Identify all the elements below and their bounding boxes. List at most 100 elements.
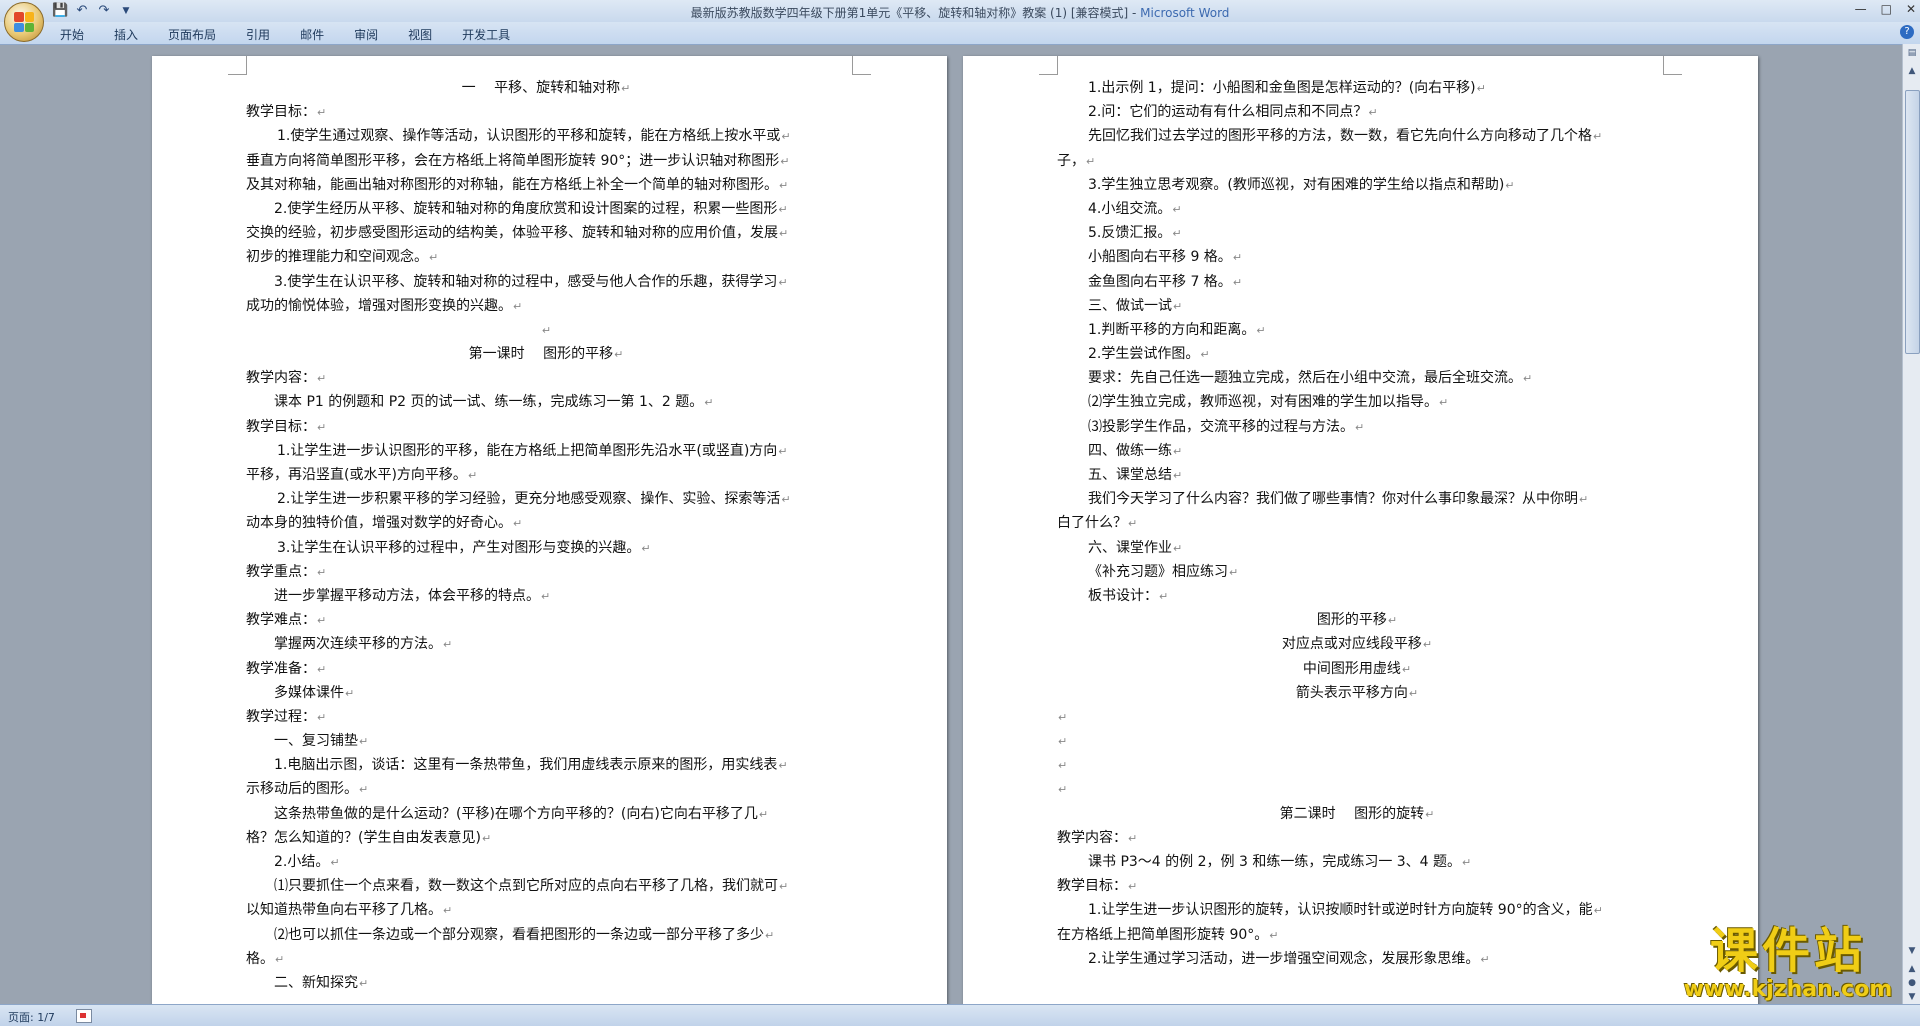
paragraph[interactable]: 图形的平移↵ — [1057, 608, 1657, 632]
paragraph[interactable]: 5.反馈汇报。↵ — [1057, 221, 1657, 245]
scroll-up-icon[interactable]: ▲ — [1905, 64, 1919, 78]
minimize-icon[interactable]: — — [1855, 2, 1867, 16]
paragraph[interactable]: 箭头表示平移方向↵ — [1057, 681, 1657, 705]
paragraph[interactable]: 1.判断平移的方向和距离。↵ — [1057, 318, 1657, 342]
paragraph[interactable]: 教学目标：↵ — [246, 415, 846, 439]
paragraph[interactable]: 示移动后的图形。↵ — [246, 777, 846, 801]
document-page-right[interactable]: 1.出示例 1，提问：小船图和金鱼图是怎样运动的？(向右平移)↵ 2.问：它们的运… — [963, 56, 1758, 1006]
paragraph[interactable]: 子，↵ — [1057, 149, 1657, 173]
tab-mailings[interactable]: 邮件 — [300, 26, 324, 43]
page-text-left[interactable]: 一 平移、旋转和轴对称↵ 教学目标：↵ 1.使学生通过观察、操作等活动，认识图形的平… — [246, 76, 846, 995]
paragraph[interactable]: 一、复习铺垫↵ — [246, 729, 846, 753]
ruler-toggle-icon[interactable]: ▤ — [1905, 46, 1919, 60]
paragraph[interactable]: 教学重点：↵ — [246, 560, 846, 584]
help-icon[interactable]: ? — [1900, 25, 1914, 39]
document-page-left[interactable]: 一 平移、旋转和轴对称↵ 教学目标：↵ 1.使学生通过观察、操作等活动，认识图形的平… — [152, 56, 947, 1006]
paragraph[interactable]: 以知道热带鱼向右平移了几格。↵ — [246, 898, 846, 922]
paragraph[interactable]: ↵ — [1057, 729, 1657, 753]
paragraph[interactable]: 教学过程：↵ — [246, 705, 846, 729]
paragraph[interactable]: 2.让学生进一步积累平移的学习经验，更充分地感受观察、操作、实验、探索等活↵ — [246, 487, 846, 511]
paragraph[interactable]: 1.使学生通过观察、操作等活动，认识图形的平移和旋转，能在方格纸上按水平或↵ — [246, 124, 846, 148]
paragraph[interactable]: 四、做练一练↵ — [1057, 439, 1657, 463]
paragraph[interactable]: 1.让学生进一步认识图形的平移，能在方格纸上把简单图形先沿水平(或竖直)方向↵ — [246, 439, 846, 463]
paragraph-mark-icon: ↵ — [359, 783, 369, 797]
paragraph[interactable]: 进一步掌握平移动方法，体会平移的特点。↵ — [246, 584, 846, 608]
scrollbar-thumb[interactable] — [1905, 90, 1920, 354]
paragraph[interactable]: ↵ — [1057, 777, 1657, 801]
paragraph[interactable]: 小船图向右平移 9 格。↵ — [1057, 245, 1657, 269]
paragraph[interactable]: 三、做试一试↵ — [1057, 294, 1657, 318]
paragraph[interactable]: 格？怎么知道的？(学生自由发表意见)↵ — [246, 826, 846, 850]
paragraph[interactable]: 1.电脑出示图，谈话：这里有一条热带鱼，我们用虚线表示原来的图形，用实线表↵ — [246, 753, 846, 777]
paragraph[interactable]: 板书设计：↵ — [1057, 584, 1657, 608]
paragraph[interactable]: 教学目标：↵ — [246, 100, 846, 124]
paragraph[interactable]: 2.问：它们的运动有有什么相同点和不同点？↵ — [1057, 100, 1657, 124]
paragraph[interactable]: 中间图形用虚线↵ — [1057, 657, 1657, 681]
paragraph[interactable]: 3.学生独立思考观察。(教师巡视，对有困难的学生给以指点和帮助)↵ — [1057, 173, 1657, 197]
paragraph[interactable]: 白了什么？↵ — [1057, 511, 1657, 535]
tab-view[interactable]: 视图 — [408, 26, 432, 43]
paragraph[interactable]: ⑵也可以抓住一条边或一个部分观察，看看把图形的一条边或一部分平移了多少↵ — [246, 923, 846, 947]
paragraph[interactable]: 一 平移、旋转和轴对称↵ — [246, 76, 846, 100]
paragraph[interactable]: 交换的经验，初步感受图形运动的结构美，体验平移、旋转和轴对称的应用价值，发展↵ — [246, 221, 846, 245]
tab-home[interactable]: 开始 — [60, 26, 84, 43]
paragraph[interactable]: 格。↵ — [246, 947, 846, 971]
paragraph[interactable]: 课书 P3～4 的例 2，例 3 和练一练，完成练习一 3、4 题。↵ — [1057, 850, 1657, 874]
paragraph[interactable]: ⑴只要抓住一个点来看，数一数这个点到它所对应的点向右平移了几格，我们就可↵ — [246, 874, 846, 898]
paragraph[interactable]: 课本 P1 的例题和 P2 页的试一试、练一练，完成练习一第 1、2 题。↵ — [246, 390, 846, 414]
paragraph[interactable]: 《补充习题》相应练习↵ — [1057, 560, 1657, 584]
paragraph[interactable]: 对应点或对应线段平移↵ — [1057, 632, 1657, 656]
paragraph[interactable]: 六、课堂作业↵ — [1057, 536, 1657, 560]
paragraph[interactable]: 3.让学生在认识平移的过程中，产生对图形与变换的兴趣。↵ — [246, 536, 846, 560]
paragraph[interactable]: 2.让学生通过学习活动，进一步增强空间观念，发展形象思维。↵ — [1057, 947, 1657, 971]
paragraph[interactable]: 多媒体课件↵ — [246, 681, 846, 705]
close-icon[interactable]: ✕ — [1906, 2, 1916, 16]
paragraph[interactable]: 第一课时 图形的平移↵ — [246, 342, 846, 366]
paragraph[interactable]: 这条热带鱼做的是什么运动？(平移)在哪个方向平移的？(向右)它向右平移了几↵ — [246, 802, 846, 826]
maximize-icon[interactable]: □ — [1881, 2, 1892, 16]
tab-review[interactable]: 审阅 — [354, 26, 378, 43]
paragraph[interactable]: 教学难点：↵ — [246, 608, 846, 632]
paragraph[interactable]: 1.让学生进一步认识图形的旋转，认识按顺时针或逆时针方向旋转 90°的含义，能↵ — [1057, 898, 1657, 922]
paragraph[interactable]: 成功的愉悦体验，增强对图形变换的兴趣。↵ — [246, 294, 846, 318]
paragraph[interactable]: 初步的推理能力和空间观念。↵ — [246, 245, 846, 269]
status-page-count[interactable]: 页面: 1/7 — [8, 1009, 55, 1025]
paragraph[interactable]: 掌握两次连续平移的方法。↵ — [246, 632, 846, 656]
paragraph[interactable]: 垂直方向将简单图形平移，会在方格纸上将简单图形旋转 90°；进一步认识轴对称图形… — [246, 149, 846, 173]
paragraph[interactable]: 在方格纸上把简单图形旋转 90°。↵ — [1057, 923, 1657, 947]
paragraph[interactable]: 1.出示例 1，提问：小船图和金鱼图是怎样运动的？(向右平移)↵ — [1057, 76, 1657, 100]
page-text-right[interactable]: 1.出示例 1，提问：小船图和金鱼图是怎样运动的？(向右平移)↵ 2.问：它们的运… — [1057, 76, 1657, 971]
paragraph[interactable]: 要求：先自己任选一题独立完成，然后在小组中交流，最后全班交流。↵ — [1057, 366, 1657, 390]
paragraph[interactable]: 4.小组交流。↵ — [1057, 197, 1657, 221]
tab-references[interactable]: 引用 — [246, 26, 270, 43]
paragraph[interactable]: ↵ — [1057, 753, 1657, 777]
tab-insert[interactable]: 插入 — [114, 26, 138, 43]
paragraph[interactable]: ⑶投影学生作品，交流平移的过程与方法。↵ — [1057, 415, 1657, 439]
tab-page-layout[interactable]: 页面布局 — [168, 26, 216, 43]
paragraph[interactable]: 平移，再沿竖直(或水平)方向平移。↵ — [246, 463, 846, 487]
office-button[interactable] — [4, 2, 44, 42]
paragraph[interactable]: 教学目标：↵ — [1057, 874, 1657, 898]
paragraph[interactable]: 二、新知探究↵ — [246, 971, 846, 995]
paragraph[interactable]: 2.小结。↵ — [246, 850, 846, 874]
vertical-scrollbar[interactable]: ▤ ▲ ▼ ▲ ● ▼ — [1902, 44, 1920, 1004]
paragraph[interactable]: 第二课时 图形的旋转↵ — [1057, 802, 1657, 826]
paragraph[interactable]: 2.学生尝试作图。↵ — [1057, 342, 1657, 366]
paragraph[interactable]: ↵ — [246, 318, 846, 342]
paragraph[interactable]: 动本身的独特价值，增强对数学的好奇心。↵ — [246, 511, 846, 535]
paragraph[interactable]: 金鱼图向右平移 7 格。↵ — [1057, 270, 1657, 294]
paragraph[interactable]: ⑵学生独立完成，教师巡视，对有困难的学生加以指导。↵ — [1057, 390, 1657, 414]
paragraph[interactable]: 教学内容：↵ — [1057, 826, 1657, 850]
proofing-status-icon[interactable] — [76, 1009, 92, 1023]
paragraph[interactable]: 先回忆我们过去学过的图形平移的方法，数一数，看它先向什么方向移动了几个格↵ — [1057, 124, 1657, 148]
paragraph[interactable]: 及其对称轴，能画出轴对称图形的对称轴，能在方格纸上补全一个简单的轴对称图形。↵ — [246, 173, 846, 197]
paragraph[interactable]: ↵ — [1057, 705, 1657, 729]
paragraph[interactable]: 3.使学生在认识平移、旋转和轴对称的过程中，感受与他人合作的乐趣，获得学习↵ — [246, 270, 846, 294]
tab-developer[interactable]: 开发工具 — [462, 26, 510, 43]
paragraph[interactable]: 五、课堂总结↵ — [1057, 463, 1657, 487]
paragraph[interactable]: 教学准备：↵ — [246, 657, 846, 681]
paragraph[interactable]: 2.使学生经历从平移、旋转和轴对称的角度欣赏和设计图案的过程，积累一些图形↵ — [246, 197, 846, 221]
paragraph[interactable]: 教学内容：↵ — [246, 366, 846, 390]
paragraph[interactable]: 我们今天学习了什么内容？我们做了哪些事情？你对什么事印象最深？从中你明↵ — [1057, 487, 1657, 511]
paragraph-text: 1.判断平移的方向和距离。 — [1088, 321, 1256, 338]
